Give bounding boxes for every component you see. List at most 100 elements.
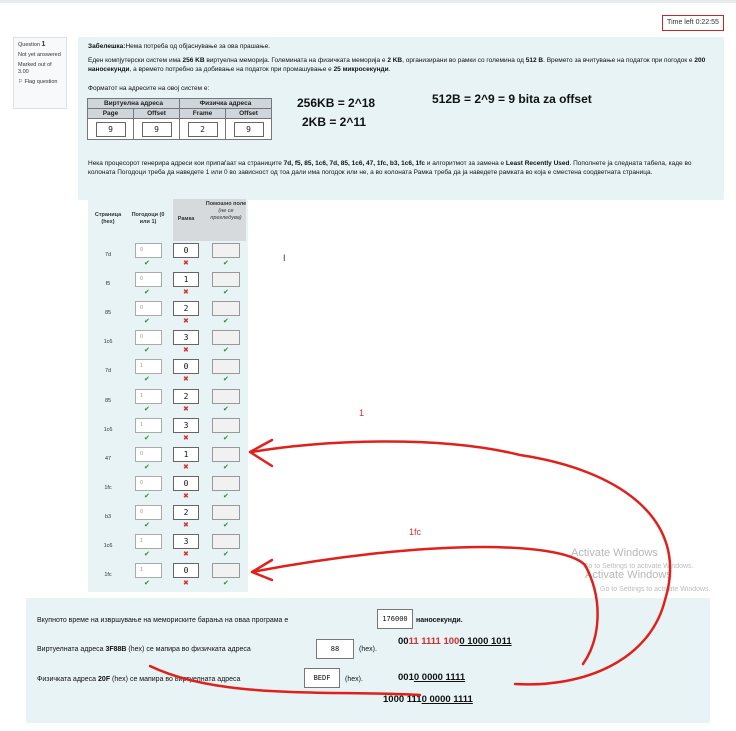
- frame-input[interactable]: 2: [173, 504, 199, 520]
- q2-prefix: Виртуелната адреса: [37, 646, 104, 653]
- check-icon: ✔: [223, 260, 229, 267]
- lru-page-label: f5: [105, 281, 111, 288]
- activate-windows-watermark: Activate Windows: [571, 547, 658, 559]
- frame-input[interactable]: 3: [173, 534, 199, 549]
- frame-input[interactable]: 2: [173, 301, 199, 317]
- q3-address: 20F: [98, 676, 111, 683]
- lru-page-label: 1fc: [104, 572, 112, 579]
- timer-badge: Time left 0:22:55: [662, 15, 724, 31]
- physical-address-input[interactable]: 88: [316, 639, 354, 659]
- frame-bits-input[interactable]: 2: [187, 121, 218, 137]
- aux-input[interactable]: [212, 446, 240, 462]
- check-icon: ✔: [144, 289, 150, 297]
- frame-input[interactable]: 0: [173, 359, 199, 375]
- virtual-address-input[interactable]: BEDF: [304, 668, 340, 688]
- frame-input[interactable]: 0: [173, 475, 199, 491]
- text-segment: Еден компјутерски систем има: [88, 57, 183, 64]
- frame-input[interactable]: 2: [173, 388, 199, 404]
- check-icon: ✔: [144, 347, 150, 355]
- frame-input[interactable]: 0: [173, 563, 199, 579]
- physical-offset-bits-input[interactable]: 9: [233, 121, 264, 137]
- frame-input[interactable]: 0: [173, 243, 199, 258]
- aux-input[interactable]: [212, 504, 240, 520]
- hit-input[interactable]: 0: [135, 272, 162, 288]
- hit-input[interactable]: 0: [135, 301, 162, 317]
- text-segment: виртуелна меморија. Големината на физичк…: [204, 57, 388, 64]
- aux-input[interactable]: [212, 359, 240, 375]
- aux-header-note: (не се прегледува): [210, 208, 242, 221]
- aux-input[interactable]: [212, 417, 240, 433]
- check-icon: ✔: [223, 318, 229, 326]
- question-status: Not yet answered: [18, 52, 61, 58]
- check-icon: ✔: [144, 260, 150, 267]
- text-segment: Нека процесорот генерира адреси кои прип…: [88, 160, 284, 167]
- hit-input[interactable]: 0: [135, 504, 162, 520]
- lru-page-label: b3: [104, 513, 112, 520]
- hit-input[interactable]: 0: [135, 330, 162, 346]
- frame-input[interactable]: 1: [173, 446, 199, 462]
- flag-question-link[interactable]: ⚐ Flag question: [18, 79, 62, 86]
- cross-icon: ✖: [183, 521, 189, 529]
- col-header-frame: Рамка: [177, 216, 195, 222]
- flag-icon: ⚐: [18, 79, 23, 85]
- note-label: Забелешка:: [88, 43, 126, 50]
- aux-input[interactable]: [212, 563, 240, 579]
- note-line: Забелешка:Нема потреба од објаснување за…: [88, 43, 270, 52]
- mouse-cursor-icon: I: [283, 253, 286, 263]
- cross-icon: ✖: [183, 492, 189, 500]
- hit-input[interactable]: 1: [135, 534, 162, 549]
- virtual-address-header: Виртуелна адреса: [87, 98, 180, 109]
- col-header-hits: Погодоци (0 или 1): [131, 212, 165, 225]
- hit-input[interactable]: 0: [135, 475, 162, 491]
- bin-part: 00: [398, 636, 409, 647]
- total-time-input[interactable]: 176000: [377, 609, 413, 629]
- check-icon: ✔: [144, 318, 150, 326]
- problem-description: Еден компјутерски систем има 256 KB вирт…: [88, 57, 718, 74]
- virtual-offset-bits-input[interactable]: 9: [141, 121, 172, 137]
- text-segment: .: [388, 65, 391, 73]
- check-icon: ✔: [223, 434, 229, 442]
- text-segment: и алгоритмот за замена е: [424, 160, 506, 167]
- hit-input[interactable]: 0: [135, 243, 162, 258]
- aux-input[interactable]: [212, 330, 240, 346]
- text-segment: . Времето за вчитување на податок при по…: [543, 57, 695, 64]
- red-arrow-head: [248, 438, 274, 468]
- hit-input[interactable]: 1: [135, 417, 162, 433]
- hit-input[interactable]: 1: [135, 388, 162, 404]
- question-info-block: Question 1 Not yet answered Marked out o…: [13, 37, 67, 109]
- physical-address-header: Физичка адреса: [179, 98, 272, 109]
- page-bits-input[interactable]: 9: [95, 121, 126, 137]
- total-time-suffix: наносекунди.: [416, 617, 463, 624]
- cross-icon: ✖: [183, 347, 189, 355]
- text-segment: , а времето потребно за добивање на пода…: [129, 65, 334, 73]
- cross-icon: ✖: [183, 580, 189, 588]
- aux-input[interactable]: [212, 301, 240, 317]
- text-segment: , организирани во рамки со големина од: [402, 57, 526, 64]
- hit-input[interactable]: 1: [135, 563, 162, 579]
- bin-part: 001: [398, 672, 414, 683]
- check-icon: ✔: [144, 376, 150, 384]
- frame-input[interactable]: 3: [173, 417, 199, 433]
- lru-page-label: 47: [104, 455, 112, 462]
- check-icon: ✔: [144, 580, 150, 588]
- hit-input[interactable]: 0: [135, 446, 162, 462]
- aux-input[interactable]: [212, 243, 240, 258]
- bold-text: 25 микросекунди: [333, 65, 389, 73]
- hit-input[interactable]: 1: [135, 359, 162, 375]
- q2-address: 3F88B: [105, 646, 127, 653]
- frame-input[interactable]: 1: [173, 272, 199, 288]
- page-header: Page: [87, 108, 134, 119]
- red-arrow-head: [250, 558, 274, 582]
- aux-input[interactable]: [212, 475, 240, 491]
- note-text: Нема потреба од објаснување за ова праша…: [125, 43, 271, 50]
- check-icon: ✔: [223, 376, 229, 384]
- lru-page-label: 85: [104, 397, 112, 404]
- check-icon: ✔: [144, 492, 150, 500]
- frame-input[interactable]: 3: [173, 330, 199, 346]
- virtual-to-physical-line: Виртуелната адреса 3F88B (hex) се мапира…: [37, 646, 251, 653]
- aux-input[interactable]: [212, 534, 240, 549]
- cross-icon: ✖: [183, 405, 189, 413]
- aux-input[interactable]: [212, 272, 240, 288]
- aux-input[interactable]: [212, 388, 240, 404]
- q3-prefix: Физичката адреса: [37, 676, 97, 683]
